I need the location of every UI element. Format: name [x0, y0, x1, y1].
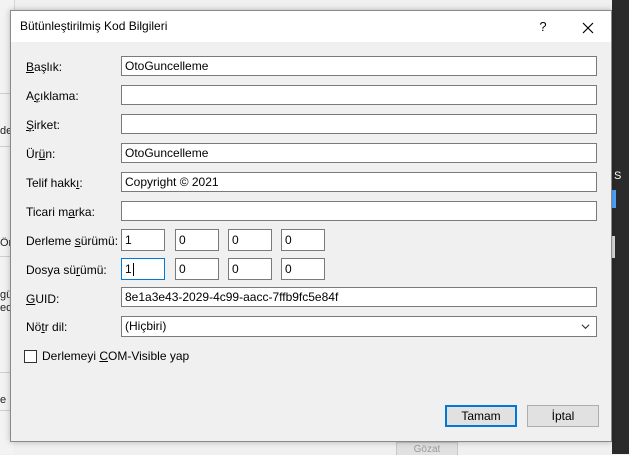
assembly-version-label: Derleme sürümü:	[26, 234, 119, 248]
trademark-input[interactable]	[121, 201, 597, 221]
assembly-version-major[interactable]: 1	[121, 229, 165, 251]
guid-label: GUID:	[26, 292, 60, 306]
file-version-label: Dosya sürümü:	[26, 263, 107, 277]
com-visible-checkbox[interactable]	[24, 350, 37, 363]
background-window-bottom	[14, 441, 612, 454]
copyright-input[interactable]: Copyright © 2021	[121, 172, 597, 192]
ok-button[interactable]: Tamam	[445, 405, 517, 427]
com-visible-label: Derlemeyi COM-Visible yap	[42, 349, 190, 363]
background-text: S	[614, 170, 622, 182]
dialog-titlebar: Bütünleştirilmiş Kod Bilgileri ?	[11, 11, 611, 42]
file-version-revision[interactable]: 0	[281, 258, 325, 280]
company-label: Şirket:	[26, 118, 61, 132]
product-label: Ürün:	[26, 147, 56, 161]
background-browse-button: Gözat	[396, 442, 458, 455]
assembly-info-dialog: Bütünleştirilmiş Kod Bilgileri ? Başlık:…	[10, 10, 612, 442]
neutral-language-label: Nötr dil:	[26, 320, 68, 334]
background-accent	[612, 190, 616, 208]
file-version-build[interactable]: 0	[228, 258, 272, 280]
trademark-label: Ticari marka:	[26, 205, 95, 219]
description-input[interactable]	[121, 85, 597, 105]
description-label: Açıklama:	[26, 89, 79, 103]
file-version-minor[interactable]: 0	[175, 258, 219, 280]
guid-input[interactable]: 8e1a3e43-2029-4c99-aacc-7ffb9fc5e84f	[121, 287, 597, 307]
assembly-version-revision[interactable]: 0	[281, 229, 325, 251]
close-button[interactable]	[565, 11, 611, 42]
product-input[interactable]: OtoGuncelleme	[121, 143, 597, 163]
text-caret	[132, 263, 134, 277]
background-accent	[612, 236, 615, 258]
dialog-title: Bütünleştirilmiş Kod Bilgileri	[20, 19, 168, 33]
close-icon	[582, 22, 594, 33]
file-version-major-value: 1	[125, 262, 132, 276]
cancel-button[interactable]: İptal	[527, 405, 599, 427]
title-label: Başlık:	[26, 60, 63, 74]
company-input[interactable]	[121, 114, 597, 134]
chevron-down-icon	[581, 324, 590, 330]
neutral-language-select[interactable]: (Hiçbiri)	[121, 316, 597, 337]
background-window-right: S	[612, 0, 629, 454]
file-version-major[interactable]: 1	[121, 258, 165, 280]
assembly-version-build[interactable]: 0	[228, 229, 272, 251]
help-button[interactable]: ?	[520, 11, 566, 42]
title-input[interactable]: OtoGuncelleme	[121, 56, 597, 76]
neutral-language-value: (Hiçbiri)	[125, 319, 167, 333]
copyright-label: Telif hakkı:	[26, 176, 83, 190]
assembly-version-minor[interactable]: 0	[175, 229, 219, 251]
